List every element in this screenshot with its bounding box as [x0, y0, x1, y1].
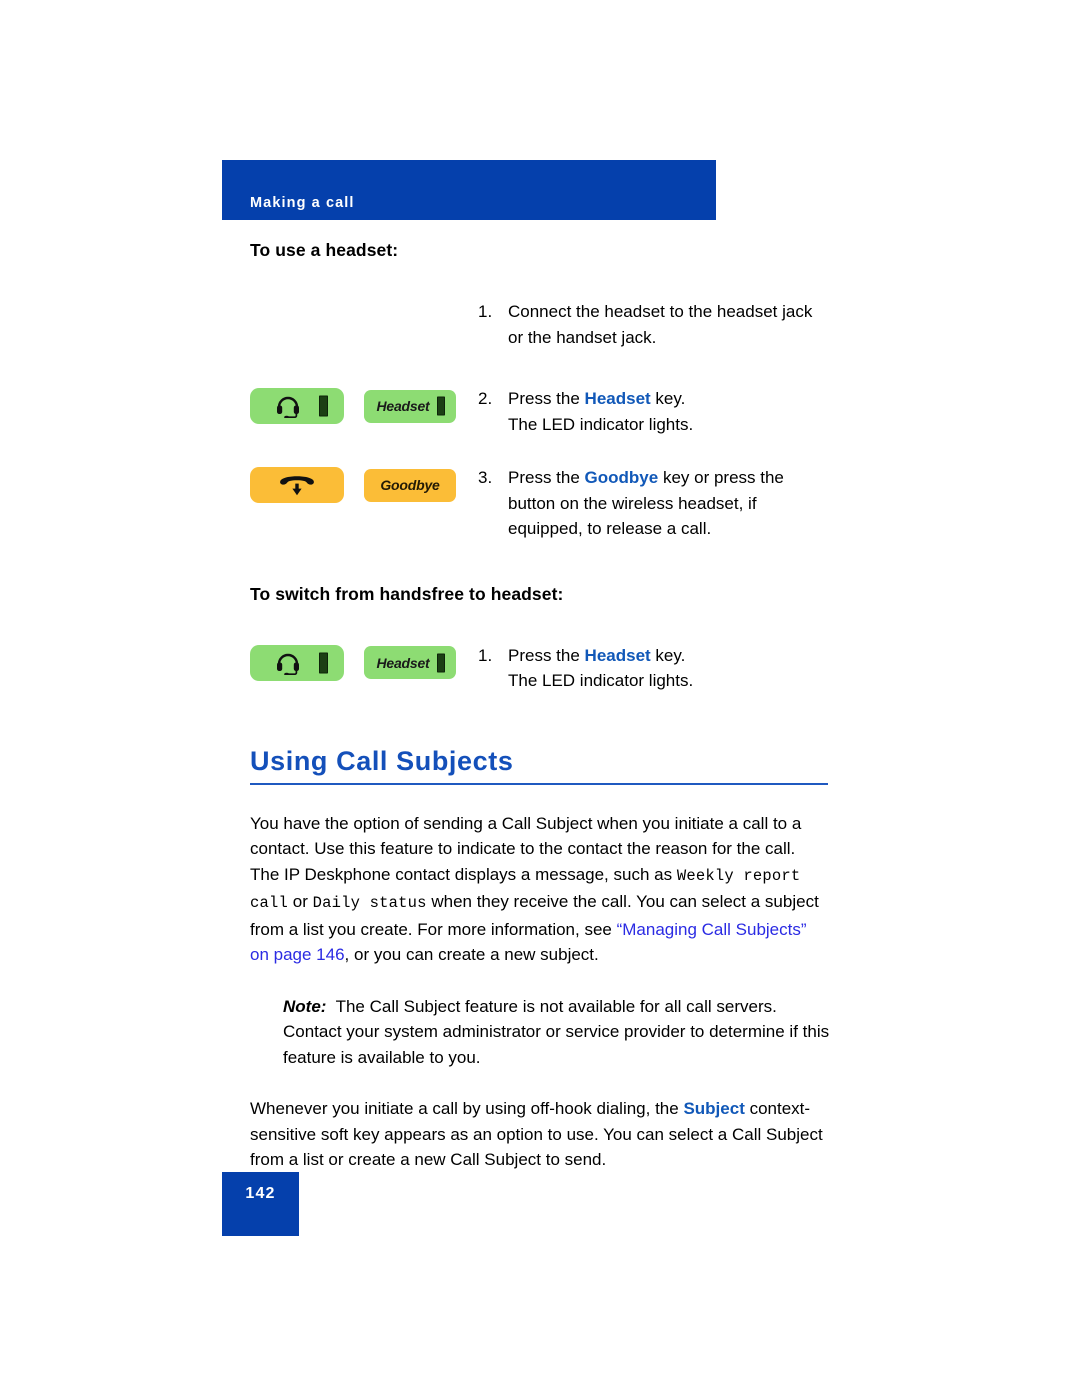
procedure-heading-switch-handsfree: To switch from handsfree to headset:	[250, 583, 564, 604]
section-heading-using-call-subjects: Using Call Subjects	[250, 745, 514, 776]
step-key-graphics: Headset	[250, 643, 478, 681]
headset-key-label-text: Headset	[376, 398, 430, 414]
led-indicator	[319, 652, 328, 673]
step-line: Connect the headset to the headset jack	[508, 302, 813, 321]
step-line-suffix: key.	[650, 645, 686, 665]
step-line: The LED indicator lights.	[508, 671, 694, 690]
goodbye-key-icon	[250, 467, 344, 503]
page-number-box: 142	[222, 1172, 299, 1236]
step-line: or the handset jack.	[508, 327, 657, 347]
step-line-prefix: Press the	[508, 389, 585, 408]
procedure-step: Goodbye 3. Press the Goodbye key or pres…	[250, 465, 850, 542]
closing-text-part-1: Whenever you initiate a call by using of…	[250, 1099, 684, 1118]
step-number: 1.	[478, 645, 493, 665]
step-number: 2.	[478, 389, 493, 408]
step-line-prefix: Press the	[508, 468, 585, 487]
headset-icon	[277, 396, 299, 418]
step-line-prefix: Press the	[508, 645, 585, 665]
intro-text-conjunction: or	[288, 892, 313, 911]
step-text: Press the Headset key. The LED indicator…	[508, 386, 850, 437]
page-number: 142	[245, 1185, 276, 1202]
step-line: equipped, to release a call.	[508, 519, 712, 538]
headset-key-label-text: Headset	[376, 654, 430, 671]
step-text: Press the Goodbye key or press the butto…	[508, 465, 850, 542]
content-column: To use a headset: 1. Connect the headset…	[250, 240, 850, 1173]
step-key-graphics: Headset	[250, 386, 478, 424]
note-label: Note:	[283, 996, 327, 1016]
step-text: Connect the headset to the headset jack …	[508, 299, 850, 350]
section-heading-rule	[250, 782, 828, 785]
step-keyword-headset: Headset	[584, 645, 651, 665]
step-key-graphics	[250, 299, 478, 301]
note-paragraph: Note: The Call Subject feature is not av…	[250, 994, 831, 1071]
headset-key-icon	[250, 644, 344, 681]
procedure-steps-switch-handsfree: Headset 1. Press the Headset key. The LE…	[250, 643, 850, 694]
headset-key-label: Headset	[364, 646, 456, 679]
headset-key-label: Headset	[364, 389, 456, 423]
led-indicator	[319, 395, 328, 417]
procedure-steps-use-headset: 1. Connect the headset to the headset ja…	[250, 299, 850, 542]
step-line-suffix: key or press the	[658, 468, 784, 487]
headset-key-icon	[250, 388, 344, 424]
goodbye-key-label-text: Goodbye	[380, 477, 440, 493]
led-indicator	[437, 653, 445, 672]
step-line-suffix: key.	[650, 389, 686, 408]
goodbye-key-label: Goodbye	[364, 468, 456, 502]
step-line: The LED indicator lights.	[508, 414, 694, 434]
inline-code-daily-status: Daily status	[312, 894, 427, 912]
step-keyword-headset: Headset	[584, 389, 651, 408]
step-number: 1.	[478, 302, 493, 321]
running-header-title: Making a call	[250, 195, 355, 211]
section-intro-paragraph: You have the option of sending a Call Su…	[250, 811, 828, 968]
step-key-graphics: Goodbye	[250, 465, 478, 503]
intro-text-part-3: , or you can create a new subject.	[344, 945, 599, 964]
closing-keyword-subject: Subject	[683, 1099, 745, 1118]
step-line: button on the wireless headset, if	[508, 493, 757, 513]
procedure-step: Headset 2. Press the Headset key. The LE…	[250, 386, 850, 437]
running-header-bar: Making a call	[222, 160, 716, 220]
procedure-step: 1. Connect the headset to the headset ja…	[250, 299, 850, 350]
step-keyword-goodbye: Goodbye	[584, 468, 659, 487]
goodbye-handset-down-icon	[280, 476, 314, 496]
note-text: The Call Subject feature is not availabl…	[283, 996, 830, 1067]
step-number: 3.	[478, 468, 493, 487]
procedure-heading-use-headset: To use a headset:	[250, 240, 399, 260]
step-text: Press the Headset key. The LED indicator…	[508, 643, 850, 694]
procedure-step: Headset 1. Press the Headset key. The LE…	[250, 643, 850, 694]
led-indicator	[437, 396, 445, 416]
closing-paragraph: Whenever you initiate a call by using of…	[250, 1096, 828, 1173]
document-page: Making a call To use a headset: 1. Conne…	[0, 0, 1080, 1397]
headset-icon	[277, 653, 299, 675]
